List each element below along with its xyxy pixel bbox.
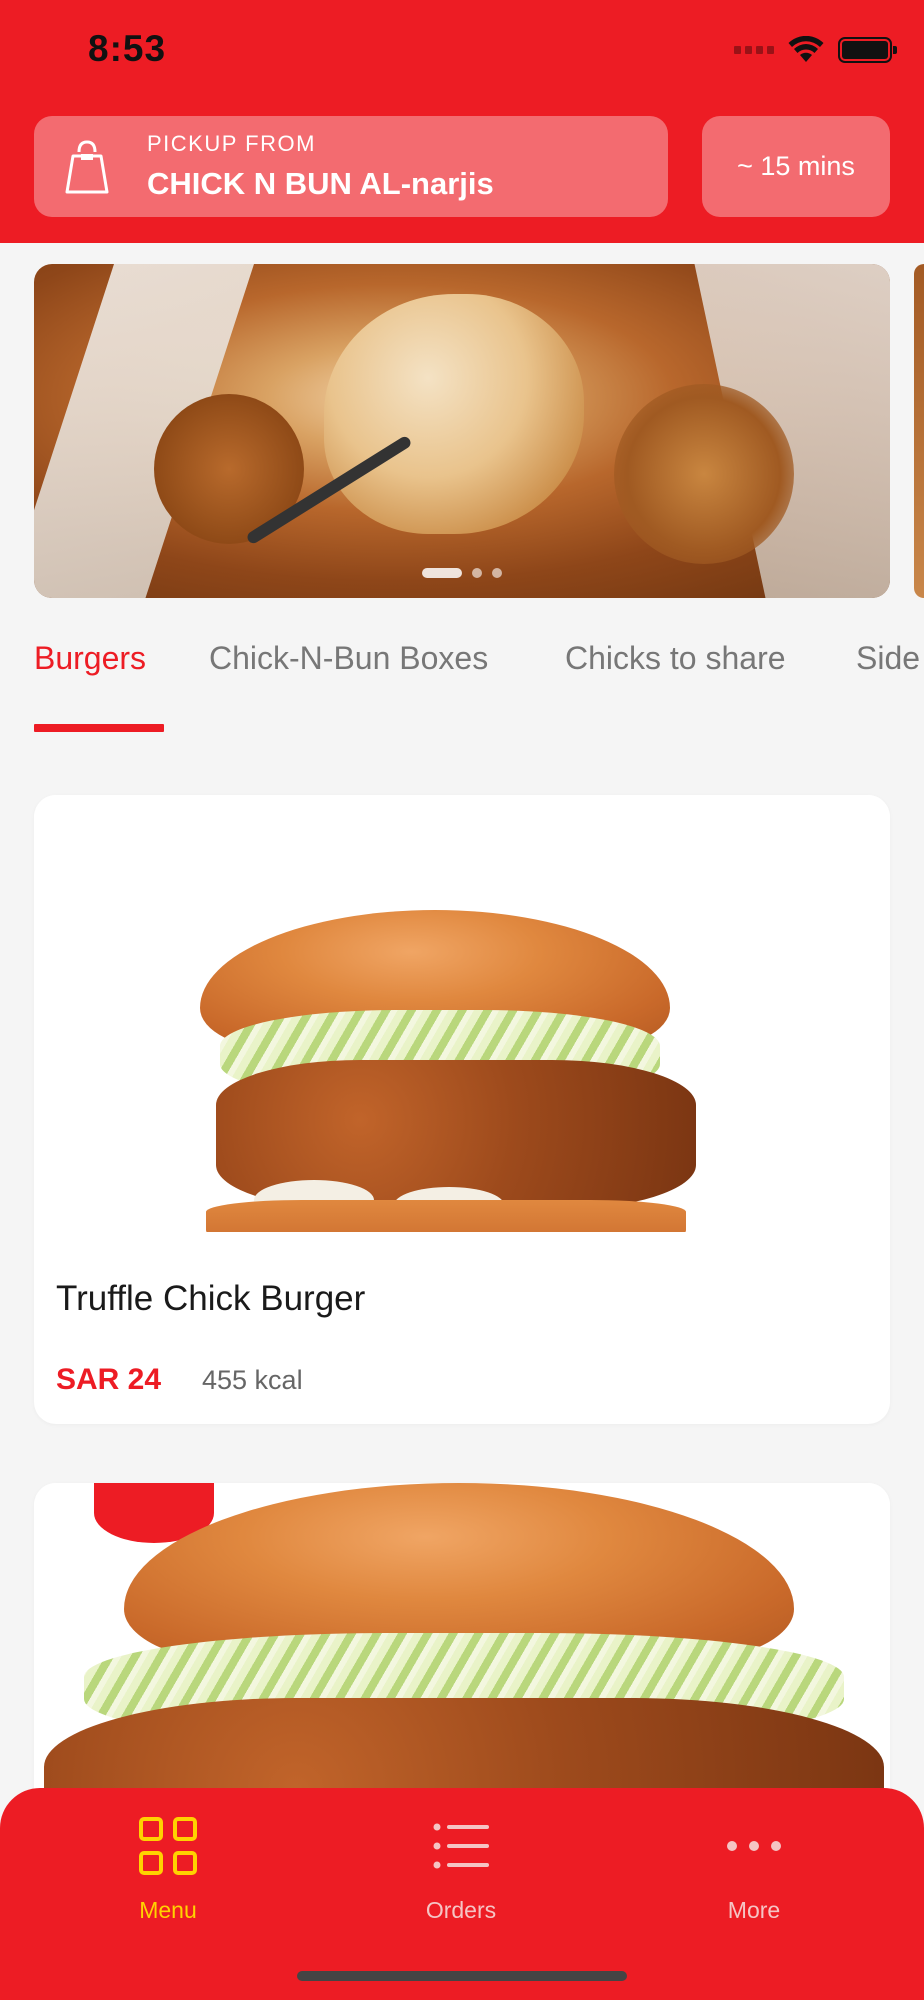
banner-food-chunk — [614, 384, 794, 564]
menu-item-card[interactable]: Truffle Chick Burger SAR 24 455 kcal — [34, 795, 890, 1424]
nav-more[interactable]: More — [654, 1816, 854, 1924]
category-tabs: Burgers Chick-N-Bun Boxes Chicks to shar… — [0, 640, 924, 732]
carousel-dot[interactable] — [472, 568, 482, 578]
nav-more-label: More — [727, 1897, 781, 1923]
more-dots-icon — [727, 1841, 781, 1851]
tab-burgers[interactable]: Burgers — [34, 640, 146, 677]
banner-food-sauce — [324, 294, 584, 534]
shopping-bag-icon — [64, 138, 110, 201]
menu-item-name: Truffle Chick Burger — [56, 1279, 366, 1318]
wifi-icon — [788, 36, 824, 64]
nav-menu-label: Menu — [139, 1897, 197, 1923]
tab-chick-n-bun-boxes[interactable]: Chick-N-Bun Boxes — [209, 640, 488, 677]
header: 8:53 PICKUP FROM CHICK N BUN AL-narjis ~… — [0, 0, 924, 243]
carousel-dot[interactable] — [422, 568, 462, 578]
pickup-label: PICKUP FROM — [147, 131, 316, 156]
cellular-signal-icon — [734, 46, 774, 54]
grid-icon — [139, 1817, 197, 1875]
nav-orders[interactable]: Orders — [361, 1816, 561, 1924]
menu-item-calories: 455 kcal — [202, 1365, 303, 1395]
home-indicator[interactable] — [297, 1971, 627, 1981]
nav-orders-label: Orders — [425, 1897, 497, 1923]
promo-banner[interactable] — [34, 264, 890, 598]
battery-icon — [838, 37, 897, 63]
pickup-store-selector[interactable]: PICKUP FROM CHICK N BUN AL-narjis — [34, 116, 668, 217]
eta-badge[interactable]: ~ 15 mins — [702, 116, 890, 217]
carousel-dot[interactable] — [492, 568, 502, 578]
nav-menu[interactable]: Menu — [68, 1816, 268, 1924]
list-icon — [433, 1823, 489, 1869]
next-banner-peek[interactable] — [914, 264, 924, 598]
menu-item-price: SAR 24 — [56, 1363, 162, 1396]
carousel-dots[interactable] — [34, 568, 890, 578]
status-icons — [734, 36, 897, 64]
bottom-nav: Menu Orders More — [0, 1788, 924, 2000]
status-time: 8:53 — [88, 28, 167, 69]
pickup-store-name: CHICK N BUN AL-narjis — [147, 166, 494, 201]
eta-text: ~ 15 mins — [737, 151, 855, 181]
tab-sides[interactable]: Side — [856, 640, 920, 677]
menu-item-image — [34, 795, 890, 1232]
active-tab-indicator — [34, 724, 164, 732]
tab-chicks-to-share[interactable]: Chicks to share — [565, 640, 786, 677]
